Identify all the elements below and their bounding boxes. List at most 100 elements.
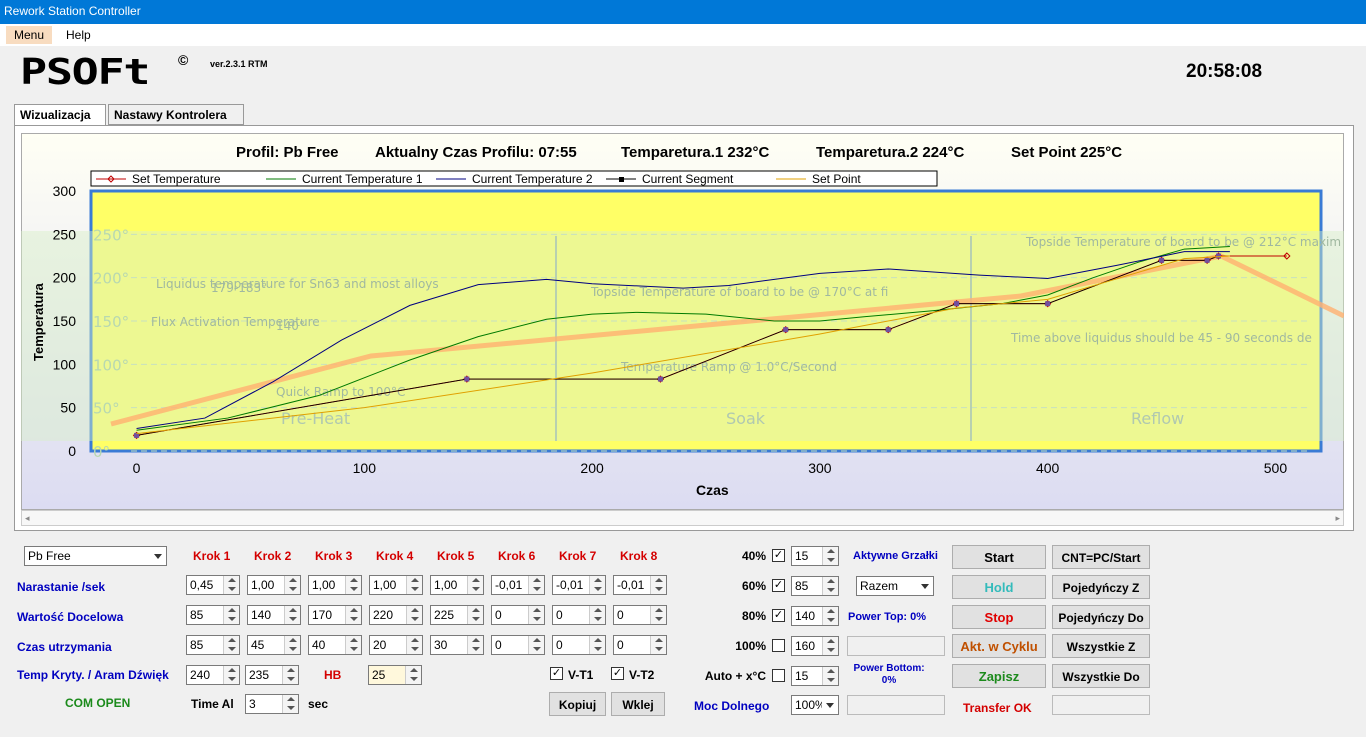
spin-arrows-icon[interactable] [822, 547, 838, 565]
chevron-down-icon[interactable] [150, 547, 166, 565]
heater-checkbox-3[interactable]: ✓ [772, 609, 785, 622]
spin-arrows-icon[interactable] [284, 576, 300, 594]
spin-arrows-icon[interactable] [284, 606, 300, 624]
spin-arrows-icon[interactable] [467, 636, 483, 654]
param-field[interactable]: -0,01 [613, 575, 667, 595]
param-field[interactable]: 0 [491, 635, 545, 655]
param-field[interactable]: 20 [369, 635, 423, 655]
param-field[interactable]: 1,00 [430, 575, 484, 595]
spin-arrows-icon[interactable] [223, 606, 239, 624]
akt-w-cyklu-button[interactable]: Akt. w Cyklu [952, 634, 1046, 658]
scroll-left-icon[interactable]: ◂ [25, 513, 30, 524]
vt2-checkbox[interactable]: ✓ [611, 667, 624, 680]
spin-arrows-icon[interactable] [822, 637, 838, 655]
heater-value-field[interactable]: 160 [791, 636, 839, 656]
heater-value-field[interactable]: 140 [791, 606, 839, 626]
spin-arrows-icon[interactable] [406, 636, 422, 654]
spin-arrows-icon[interactable] [589, 576, 605, 594]
param-field[interactable]: 0 [613, 605, 667, 625]
copy-button[interactable]: Kopiuj [549, 692, 606, 716]
spin-arrows-icon[interactable] [223, 576, 239, 594]
param-field[interactable]: 0,45 [186, 575, 240, 595]
hb-field[interactable]: 25 [368, 665, 422, 685]
spin-arrows-icon[interactable] [528, 606, 544, 624]
param-field[interactable]: 0 [491, 605, 545, 625]
param-field[interactable]: 0 [552, 605, 606, 625]
spin-arrows-icon[interactable] [345, 636, 361, 654]
spin-arrows-icon[interactable] [650, 606, 666, 624]
param-field[interactable]: 1,00 [369, 575, 423, 595]
spin-arrows-icon[interactable] [406, 606, 422, 624]
spin-arrows-icon[interactable] [405, 666, 421, 684]
spin-arrows-icon[interactable] [223, 636, 239, 654]
spin-arrows-icon[interactable] [282, 666, 298, 684]
spin-arrows-icon[interactable] [589, 636, 605, 654]
cnt-pc-start-button[interactable]: CNT=PC/Start [1052, 545, 1150, 569]
spin-arrows-icon[interactable] [223, 666, 239, 684]
heater-checkbox-4[interactable] [772, 639, 785, 652]
chevron-down-icon[interactable] [822, 696, 838, 714]
alarm-temp-2[interactable]: 235 [245, 665, 299, 685]
zapisz-button[interactable]: Zapisz [952, 664, 1046, 688]
spin-arrows-icon[interactable] [822, 607, 838, 625]
spin-arrows-icon[interactable] [282, 695, 298, 713]
wszystkie-z-button[interactable]: Wszystkie Z [1052, 634, 1150, 658]
spin-arrows-icon[interactable] [589, 606, 605, 624]
menu-item-menu[interactable]: Menu [6, 26, 53, 44]
spin-arrows-icon[interactable] [467, 576, 483, 594]
spin-arrows-icon[interactable] [822, 667, 838, 685]
paste-button[interactable]: Wklej [611, 692, 665, 716]
pojedynczy-z-button[interactable]: Pojedyńczy Z [1052, 575, 1150, 599]
spin-arrows-icon[interactable] [528, 576, 544, 594]
param-field[interactable]: 1,00 [247, 575, 301, 595]
heater-mode-value: Razem [860, 579, 899, 593]
param-field[interactable]: 170 [308, 605, 362, 625]
time-al-field[interactable]: 3 [245, 694, 299, 714]
stop-button[interactable]: Stop [952, 605, 1046, 629]
spin-arrows-icon[interactable] [650, 636, 666, 654]
wszystkie-do-button[interactable]: Wszystkie Do [1052, 664, 1150, 688]
profile-select[interactable]: Pb Free [24, 546, 167, 566]
param-field[interactable]: -0,01 [491, 575, 545, 595]
param-field[interactable]: 220 [369, 605, 423, 625]
vt1-checkbox[interactable]: ✓ [550, 667, 563, 680]
tab-wizualizacja[interactable]: Wizualizacja [14, 104, 106, 126]
heater-checkbox-2[interactable]: ✓ [772, 579, 785, 592]
start-button[interactable]: Start [952, 545, 1046, 569]
moc-dolnego-select[interactable]: 100% [791, 695, 839, 715]
heater-checkbox-1[interactable]: ✓ [772, 549, 785, 562]
spin-arrows-icon[interactable] [822, 577, 838, 595]
spin-arrows-icon[interactable] [345, 606, 361, 624]
chart-scrollbar[interactable]: ◂ ▸ [21, 510, 1344, 526]
param-field[interactable]: 0 [613, 635, 667, 655]
tab-nastawy-kontrolera[interactable]: Nastawy Kontrolera [108, 104, 244, 125]
spin-arrows-icon[interactable] [650, 576, 666, 594]
param-field[interactable]: 30 [430, 635, 484, 655]
heater-checkbox-5[interactable] [772, 669, 785, 682]
menu-item-help[interactable]: Help [58, 26, 99, 44]
heater-value-field[interactable]: 85 [791, 576, 839, 596]
hold-button[interactable]: Hold [952, 575, 1046, 599]
heater-mode-select[interactable]: Razem [856, 576, 934, 596]
spin-arrows-icon[interactable] [406, 576, 422, 594]
heater-value-field[interactable]: 15 [791, 546, 839, 566]
param-field[interactable]: 45 [247, 635, 301, 655]
pojedynczy-do-button[interactable]: Pojedyńczy Do [1052, 605, 1150, 629]
param-field[interactable]: 85 [186, 605, 240, 625]
spin-arrows-icon[interactable] [528, 636, 544, 654]
heater-value-field[interactable]: 15 [791, 666, 839, 686]
spin-arrows-icon[interactable] [345, 576, 361, 594]
spin-arrows-icon[interactable] [467, 606, 483, 624]
param-field[interactable]: 85 [186, 635, 240, 655]
scroll-right-icon[interactable]: ▸ [1335, 513, 1340, 524]
param-field[interactable]: 40 [308, 635, 362, 655]
spin-arrows-icon[interactable] [284, 636, 300, 654]
param-field[interactable]: 225 [430, 605, 484, 625]
param-field[interactable]: 0 [552, 635, 606, 655]
hb-label: HB [324, 668, 342, 682]
param-field[interactable]: -0,01 [552, 575, 606, 595]
param-field[interactable]: 1,00 [308, 575, 362, 595]
chevron-down-icon[interactable] [917, 577, 933, 595]
alarm-temp-1[interactable]: 240 [186, 665, 240, 685]
param-field[interactable]: 140 [247, 605, 301, 625]
